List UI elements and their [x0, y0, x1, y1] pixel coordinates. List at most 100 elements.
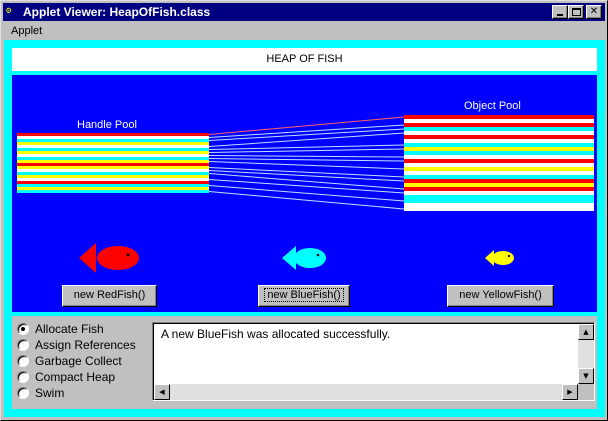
radio-button[interactable] [17, 339, 29, 351]
object-pool-label: Object Pool [464, 100, 521, 112]
object-slot [404, 115, 594, 119]
handle-slot [17, 175, 209, 178]
radio-selected-dot [21, 327, 25, 331]
object-slot [404, 123, 594, 127]
close-button[interactable]: ✕ [586, 5, 602, 19]
scroll-right-button[interactable]: ▶ [562, 384, 578, 400]
handle-slot [17, 181, 209, 184]
minimize-icon [557, 14, 563, 16]
reference-line [208, 148, 405, 153]
handle-slot [17, 133, 209, 136]
handle-slot [17, 178, 209, 181]
reference-line [208, 124, 405, 138]
scroll-up-button[interactable]: ▲ [578, 324, 594, 340]
applet-area: HEAP OF FISH Handle Pool Object Pool new… [4, 40, 605, 417]
horizontal-scrollbar[interactable]: ◀ ▶ [154, 384, 578, 400]
red-fish-icon [79, 243, 139, 273]
object-slot [404, 139, 594, 143]
new-redfish-button[interactable]: new RedFish() [62, 285, 157, 307]
radio-button[interactable] [17, 387, 29, 399]
object-slot [404, 195, 594, 199]
object-slot [404, 119, 594, 123]
radio-button[interactable] [17, 371, 29, 383]
handle-slot [17, 151, 209, 154]
blue-fish-icon [282, 246, 326, 270]
status-message: A new BlueFish was allocated successfull… [161, 327, 391, 341]
scrollbar-corner [578, 384, 594, 400]
object-slot [404, 167, 594, 171]
handle-slot [17, 157, 209, 160]
radio-label: Swim [35, 386, 65, 400]
radio-label: Compact Heap [35, 370, 116, 384]
reference-line [208, 155, 405, 158]
handle-slot [17, 169, 209, 172]
handle-slot [17, 163, 209, 166]
object-slot [404, 163, 594, 167]
object-pool [404, 115, 594, 211]
radio-label: Garbage Collect [35, 354, 122, 368]
handle-slot [17, 154, 209, 157]
object-slot [404, 187, 594, 191]
vertical-scrollbar[interactable]: ▲ ▼ [578, 324, 594, 384]
message-textarea[interactable]: A new BlueFish was allocated successfull… [152, 322, 595, 401]
applet-title: HEAP OF FISH [12, 48, 597, 71]
heap-canvas: Handle Pool Object Pool new RedFish() ne… [12, 75, 597, 312]
handle-slot [17, 139, 209, 142]
object-slot [404, 179, 594, 183]
object-slot [404, 191, 594, 195]
object-slot [404, 151, 594, 155]
reference-line [208, 161, 405, 170]
yellow-fish-icon [485, 250, 514, 266]
scroll-down-button[interactable]: ▼ [578, 368, 594, 384]
handle-slot [17, 172, 209, 175]
object-slot [404, 183, 594, 187]
object-slot [404, 155, 594, 159]
menu-applet[interactable]: Applet [11, 25, 42, 37]
menu-bar: Applet [3, 22, 605, 40]
maximize-button[interactable] [568, 5, 584, 19]
reference-line [208, 116, 405, 135]
handle-slot [17, 190, 209, 193]
new-yellowfish-button[interactable]: new YellowFish() [447, 285, 554, 307]
new-yellowfish-label: new YellowFish() [459, 289, 542, 301]
reference-line [208, 144, 405, 150]
control-panel: Allocate Fish Assign References Garbage … [12, 316, 597, 409]
handle-slot [17, 166, 209, 169]
object-slot [404, 207, 594, 211]
handle-slot [17, 184, 209, 187]
handle-pool [17, 133, 209, 193]
radio-label: Allocate Fish [35, 322, 104, 336]
handle-slot [17, 136, 209, 139]
handle-slot [17, 187, 209, 190]
new-bluefish-label: new BlueFish() [264, 288, 344, 302]
scroll-left-button[interactable]: ◀ [154, 384, 170, 400]
radio-button[interactable] [17, 323, 29, 335]
minimize-button[interactable] [552, 5, 568, 19]
applet-icon[interactable]: ⚙ [6, 5, 19, 18]
reference-line [208, 191, 405, 210]
object-slot [404, 147, 594, 151]
close-icon: ✕ [589, 6, 599, 17]
radio-button[interactable] [17, 355, 29, 367]
object-slot [404, 171, 594, 175]
maximize-icon [572, 8, 581, 16]
reference-lines [208, 116, 405, 210]
object-slot [404, 199, 594, 203]
radio-label: Assign References [35, 338, 136, 352]
handle-pool-label: Handle Pool [77, 119, 137, 131]
new-bluefish-button[interactable]: new BlueFish() [258, 285, 350, 307]
handle-slot [17, 145, 209, 148]
object-slot [404, 135, 594, 139]
handle-slot [17, 160, 209, 163]
object-slot [404, 127, 594, 131]
object-slot [404, 143, 594, 147]
object-slot [404, 131, 594, 135]
reference-line [208, 185, 405, 202]
new-redfish-label: new RedFish() [73, 289, 146, 301]
handle-slot [17, 142, 209, 145]
reference-line [208, 158, 405, 162]
object-slot [404, 159, 594, 163]
applet-viewer-window: ⚙ Applet Viewer: HeapOfFish.class ✕ Appl… [0, 0, 608, 421]
handle-slot [17, 148, 209, 151]
title-bar[interactable]: ⚙ Applet Viewer: HeapOfFish.class ✕ [3, 3, 605, 21]
